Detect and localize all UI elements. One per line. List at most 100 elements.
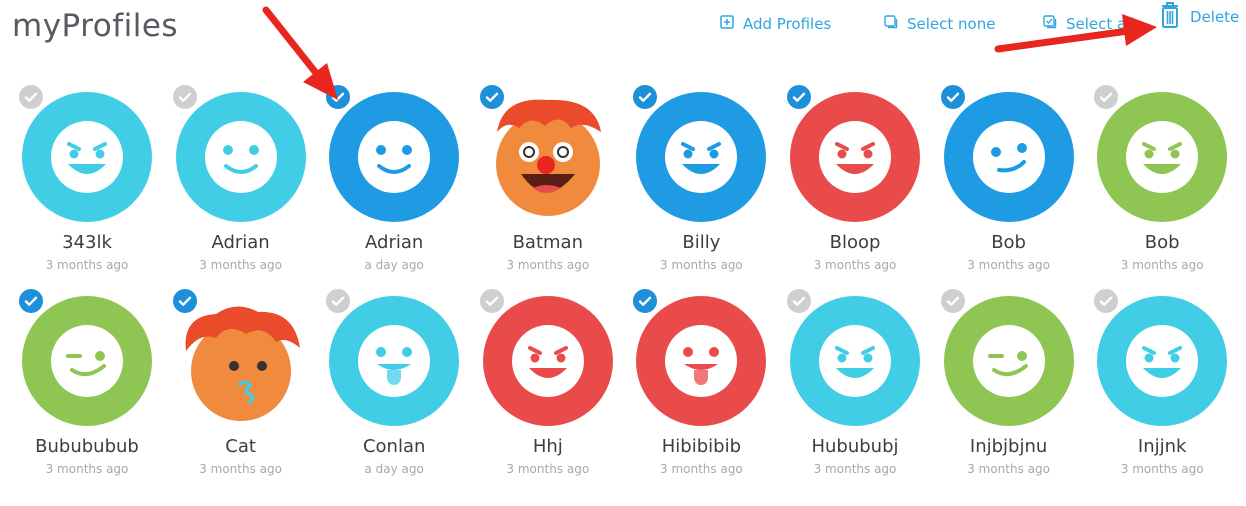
profile-select-checkbox[interactable] — [323, 286, 354, 316]
profile-timestamp: 3 months ago — [660, 462, 743, 476]
profile-timestamp: 3 months ago — [199, 258, 282, 272]
checkmark-icon — [1099, 92, 1113, 102]
profile-avatar[interactable] — [1097, 296, 1228, 426]
profile-avatar[interactable] — [943, 296, 1074, 426]
angry-face-icon — [790, 296, 920, 426]
profile-avatar[interactable] — [1097, 92, 1228, 222]
plus-square-icon — [720, 15, 734, 33]
checked-square-icon — [1043, 15, 1057, 33]
profile-card[interactable]: Batman 3 months ago — [475, 82, 621, 302]
profile-select-checkbox[interactable] — [169, 82, 200, 112]
profile-select-checkbox[interactable] — [937, 82, 968, 112]
profile-timestamp: 3 months ago — [506, 258, 590, 272]
profile-name: Conlan — [362, 436, 426, 457]
profile-name: Batman — [512, 232, 583, 253]
profile-avatar[interactable] — [790, 296, 920, 426]
angry-face-icon — [482, 296, 613, 426]
delete-button[interactable]: Delete — [1160, 2, 1239, 28]
profile-timestamp: 3 months ago — [1120, 462, 1204, 476]
select-all-button[interactable]: Select all — [1043, 15, 1135, 33]
profile-timestamp: 3 months ago — [813, 258, 897, 272]
wink-face-icon — [943, 296, 1074, 426]
profile-timestamp: 3 months ago — [967, 462, 1050, 476]
profile-card[interactable]: Bubububub 3 months ago — [14, 286, 160, 506]
add-profiles-button[interactable]: Add Profiles — [720, 15, 831, 33]
profile-card[interactable]: Hhj 3 months ago — [475, 286, 621, 506]
profile-avatar[interactable] — [483, 92, 613, 222]
checkmark-icon — [946, 92, 959, 102]
smile-face-icon — [329, 92, 460, 222]
checkmark-icon — [1099, 296, 1113, 306]
checkmark-icon — [946, 296, 959, 306]
profile-name: 343lk — [62, 232, 112, 253]
profile-timestamp: 3 months ago — [1120, 258, 1204, 272]
profile-select-checkbox[interactable] — [784, 82, 814, 112]
profile-card[interactable]: Bob 3 months ago — [1089, 82, 1235, 302]
add-profiles-label: Add Profiles — [743, 15, 832, 33]
profile-select-checkbox[interactable] — [16, 82, 46, 112]
profile-name: Adrian — [211, 232, 270, 253]
profile-timestamp: a day ago — [364, 462, 424, 476]
profile-select-checkbox[interactable] — [784, 286, 814, 316]
profile-card[interactable]: Bob 3 months ago — [936, 82, 1082, 302]
profile-select-checkbox[interactable] — [476, 82, 507, 112]
profile-card[interactable]: Hubububj 3 months ago — [782, 286, 928, 506]
profile-avatar[interactable] — [790, 92, 920, 222]
empty-square-icon — [884, 15, 898, 33]
profile-name: Bloop — [829, 232, 881, 253]
profile-card[interactable]: Injbjbjnu 3 months ago — [936, 286, 1082, 506]
checkmark-icon — [24, 92, 38, 102]
checkmark-icon — [178, 92, 191, 102]
profile-name: Billy — [682, 232, 721, 253]
profile-card[interactable]: Adrian a day ago — [321, 82, 467, 302]
select-all-label: Select all — [1066, 15, 1135, 33]
select-none-label: Select none — [907, 15, 996, 33]
profile-name: Hhj — [532, 436, 563, 457]
smile-face-icon — [175, 92, 306, 222]
wink-face-icon — [22, 296, 152, 426]
profile-select-checkbox[interactable] — [1091, 286, 1122, 316]
profile-avatar[interactable] — [329, 296, 460, 426]
profile-avatar[interactable] — [943, 92, 1074, 222]
profile-timestamp: a day ago — [364, 258, 424, 272]
profile-name: Bob — [1144, 232, 1180, 253]
profile-avatar[interactable] — [176, 296, 306, 426]
profile-select-checkbox[interactable] — [476, 286, 507, 316]
profile-select-checkbox[interactable] — [323, 82, 354, 112]
tongue-face-icon — [636, 296, 767, 426]
profile-name: Injbjbjnu — [969, 436, 1048, 457]
angry-face-icon — [1097, 296, 1228, 426]
profile-timestamp: 3 months ago — [967, 258, 1050, 272]
select-none-button[interactable]: Select none — [884, 15, 995, 33]
profile-name: Bob — [991, 232, 1026, 253]
profile-avatar[interactable] — [329, 92, 460, 222]
checkmark-icon — [792, 296, 806, 306]
profile-avatar[interactable] — [175, 92, 306, 222]
profile-avatar[interactable] — [22, 296, 152, 426]
profile-timestamp: 3 months ago — [45, 462, 129, 476]
profile-avatar[interactable] — [482, 296, 613, 426]
profile-card[interactable]: Billy 3 months ago — [628, 82, 774, 302]
page-title: myProfiles — [12, 8, 179, 44]
profile-avatar[interactable] — [22, 92, 152, 222]
profile-select-checkbox[interactable] — [16, 286, 46, 316]
profile-name: Cat — [225, 436, 256, 457]
profile-card[interactable]: Cat 3 months ago — [168, 286, 314, 506]
profile-select-checkbox[interactable] — [1091, 82, 1122, 112]
profile-name: Hibibibib — [661, 436, 742, 457]
trash-icon — [1160, 1, 1180, 33]
profile-name: Bubububub — [35, 436, 139, 457]
angry-face-icon — [22, 92, 152, 222]
profile-card[interactable]: Adrian 3 months ago — [168, 82, 314, 302]
profile-card[interactable]: Hibibibib 3 months ago — [628, 286, 774, 506]
profile-avatar[interactable] — [636, 296, 767, 426]
profile-select-checkbox[interactable] — [937, 286, 968, 316]
profile-card[interactable]: Injjnk 3 months ago — [1089, 286, 1235, 506]
clown-face-icon — [495, 99, 601, 216]
profile-card[interactable]: 343lk 3 months ago — [14, 82, 160, 302]
profile-select-checkbox[interactable] — [169, 286, 200, 316]
profile-card[interactable]: Bloop 3 months ago — [782, 82, 928, 302]
profile-name: Adrian — [365, 232, 424, 253]
profile-card[interactable]: Conlan a day ago — [321, 286, 467, 506]
profile-avatar[interactable] — [636, 92, 767, 222]
